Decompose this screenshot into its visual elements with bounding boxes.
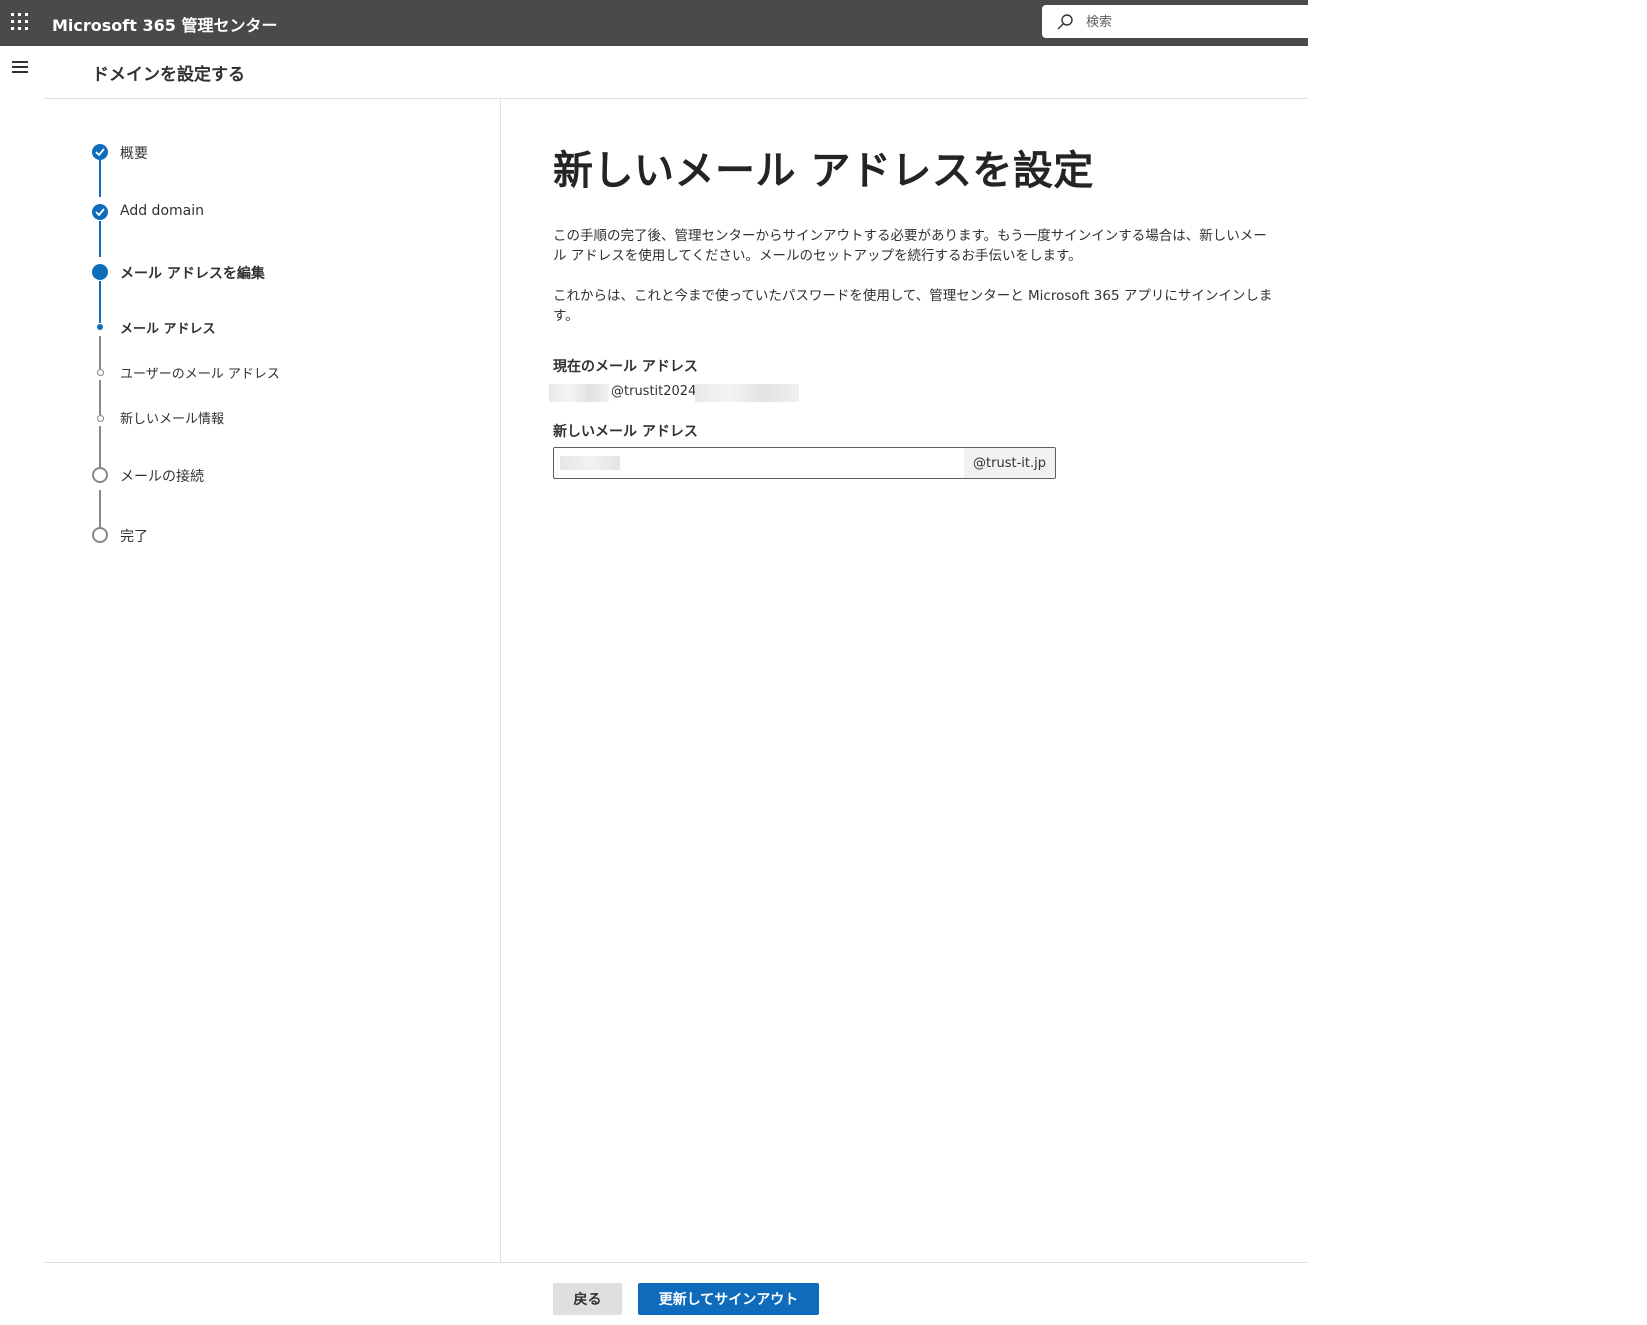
- panel-divider: [500, 99, 501, 1262]
- step-overview[interactable]: 概要: [120, 143, 148, 163]
- step-current-icon: [92, 264, 108, 280]
- step-finish[interactable]: 完了: [120, 526, 148, 546]
- new-email-label: 新しいメール アドレス: [553, 424, 698, 440]
- step-complete-check-icon: [92, 144, 108, 160]
- substep-new-email-info[interactable]: 新しいメール情報: [120, 408, 224, 427]
- back-button[interactable]: 戻る: [553, 1283, 622, 1315]
- step-connect-email[interactable]: メールの接続: [120, 466, 204, 486]
- step-pending-icon: [92, 467, 108, 483]
- wizard-stepper: 概要 Add domain メール アドレスを編集 メール アドレス ユーザーの…: [0, 0, 500, 600]
- search-box[interactable]: [1042, 5, 1308, 38]
- step-connector: [99, 221, 101, 257]
- step-connector: [99, 160, 101, 197]
- step-complete-check-icon: [92, 204, 108, 220]
- step-edit-email[interactable]: メール アドレスを編集: [120, 263, 265, 283]
- step-pending-icon: [92, 527, 108, 543]
- redacted-text: [549, 384, 609, 402]
- redacted-text: [560, 456, 620, 470]
- instruction-paragraph: これからは、これと今まで使っていたパスワードを使用して、管理センターと Micr…: [553, 288, 1273, 324]
- email-domain-suffix: @trust-it.jp: [964, 448, 1055, 478]
- current-email-domain: @trustit2024.c: [611, 384, 708, 399]
- update-and-sign-out-button[interactable]: 更新してサインアウト: [638, 1283, 819, 1315]
- instruction-paragraph: この手順の完了後、管理センターからサインアウトする必要があります。もう一度サイン…: [553, 228, 1267, 264]
- substep-pending-icon: [97, 415, 104, 422]
- step-connector: [99, 380, 101, 415]
- footer-divider: [44, 1262, 1308, 1263]
- substep-current-icon: [97, 324, 103, 330]
- step-connector: [99, 490, 101, 528]
- step-connector: [99, 336, 101, 369]
- current-email-label: 現在のメール アドレス: [553, 359, 698, 375]
- step-add-domain[interactable]: Add domain: [120, 203, 204, 219]
- content-title: 新しいメール アドレスを設定: [553, 148, 1094, 194]
- search-input[interactable]: [1086, 11, 1286, 33]
- substep-email-address[interactable]: メール アドレス: [120, 318, 216, 337]
- search-icon: [1057, 14, 1073, 30]
- substep-user-email[interactable]: ユーザーのメール アドレス: [120, 363, 280, 382]
- step-connector: [99, 281, 101, 323]
- new-email-field[interactable]: @trust-it.jp: [553, 447, 1056, 479]
- substep-pending-icon: [97, 369, 104, 376]
- step-connector: [99, 426, 101, 467]
- redacted-text: [695, 384, 799, 402]
